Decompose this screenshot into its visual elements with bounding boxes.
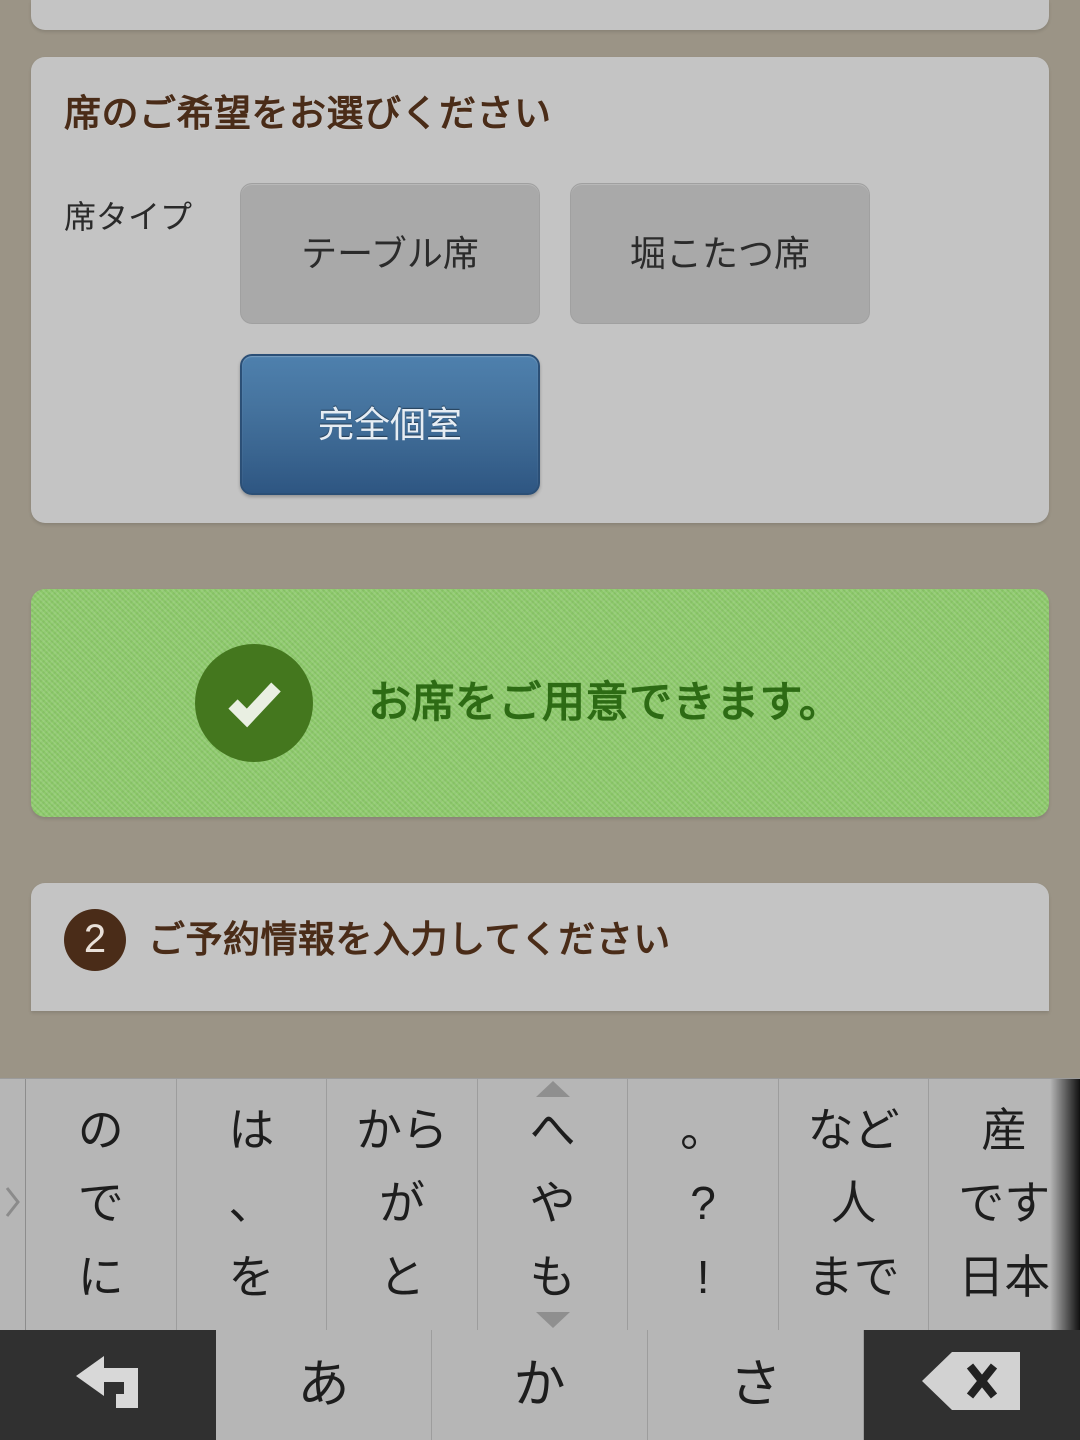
reservation-info-card: 2 ご予約情報を入力してください [31,883,1049,1012]
undo-arrow-icon [64,1346,152,1425]
previous-section-card [31,0,1049,30]
suggestion-word[interactable]: と [379,1254,425,1300]
suggestion-word[interactable]: が [379,1180,425,1226]
suggestion-column-2[interactable]: は 、 を [177,1079,328,1330]
software-keyboard: の で に は 、 を から が と へ や も 。 ? ! など 人 まで 産… [0,1078,1080,1440]
suggestion-word[interactable]: 産 [981,1107,1027,1153]
suggestion-word[interactable]: です [958,1180,1050,1226]
suggestion-word[interactable]: や [530,1180,576,1226]
suggestion-word[interactable]: から [356,1107,448,1153]
suggestion-word[interactable]: まで [808,1254,900,1300]
reservation-info-title: ご予約情報を入力してください [148,919,671,961]
suggestion-word[interactable]: は [228,1107,274,1153]
scroll-up-arrow-icon[interactable] [535,1081,570,1097]
scroll-down-arrow-icon[interactable] [535,1312,570,1328]
suggestion-word[interactable]: など [808,1107,900,1153]
seat-option-horigotatsu[interactable]: 堀こたつ席 [570,183,870,325]
kana-key-sa[interactable]: さ [648,1330,864,1440]
suggestion-column-5[interactable]: 。 ? ! [628,1079,779,1330]
suggestion-column-6[interactable]: など 人 まで [779,1079,930,1330]
suggestion-word[interactable]: へ [530,1107,576,1153]
seat-type-label: 席タイプ [64,199,193,236]
suggestion-word[interactable]: 人 [831,1180,877,1226]
seat-type-options: テーブル席 堀こたつ席 完全個室 [240,183,940,496]
suggestion-word[interactable]: 。 [680,1107,726,1153]
availability-banner: お席をご用意できます。 [31,589,1049,818]
suggestion-column-3[interactable]: から が と [327,1079,478,1330]
seat-selection-card: 席のご希望をお選びください 席タイプ テーブル席 堀こたつ席 完全個室 [31,57,1049,524]
page-content: 席のご希望をお選びください 席タイプ テーブル席 堀こたつ席 完全個室 お席をご… [0,0,1080,1080]
seat-option-private-room[interactable]: 完全個室 [240,354,540,496]
availability-message: お席をご用意できます。 [368,678,843,727]
keyboard-bottom-row: あ か さ [0,1330,1080,1440]
suggestion-word[interactable]: に [78,1254,124,1300]
backspace-key[interactable] [864,1330,1080,1440]
suggestion-word[interactable]: 日本 [958,1254,1050,1300]
seat-type-field: 席タイプ テーブル席 堀こたつ席 完全個室 [31,183,1049,496]
suggestion-word[interactable]: の [78,1107,124,1153]
suggestion-column-7[interactable]: 産 です 日本 [929,1079,1080,1330]
backspace-icon [920,1346,1024,1425]
suggestion-word[interactable]: で [78,1180,124,1226]
suggestion-column-4[interactable]: へ や も [478,1079,629,1330]
seat-selection-title: 席のご希望をお選びください [64,93,552,134]
kana-key-a[interactable]: あ [216,1330,432,1440]
suggestion-bar: の で に は 、 を から が と へ や も 。 ? ! など 人 まで 産… [0,1078,1080,1330]
check-circle-icon [195,644,313,763]
suggestion-column-1[interactable]: の で に [26,1079,177,1330]
undo-key[interactable] [0,1330,216,1440]
chevron-right-icon [4,1182,22,1227]
suggestion-word[interactable]: を [228,1254,274,1300]
seat-option-table[interactable]: テーブル席 [240,183,540,325]
kana-key-ka[interactable]: か [432,1330,648,1440]
suggestion-word[interactable]: も [530,1254,576,1300]
suggestion-word[interactable]: 、 [228,1180,274,1226]
suggestion-word[interactable]: ? [690,1180,716,1226]
suggestion-word[interactable]: ! [697,1254,710,1300]
expand-suggestions-handle[interactable] [0,1079,26,1330]
step-number-badge: 2 [64,909,126,972]
